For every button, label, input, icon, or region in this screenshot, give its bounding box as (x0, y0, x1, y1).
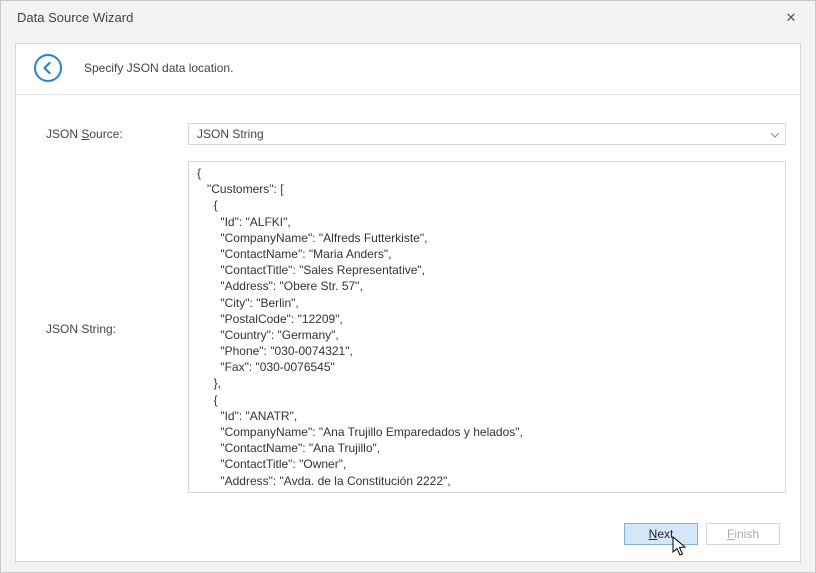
arrow-left-icon (41, 61, 55, 75)
close-icon: ✕ (786, 10, 797, 26)
chevron-down-icon (771, 127, 779, 141)
json-source-label: JSON Source: (46, 123, 188, 141)
back-button[interactable] (34, 54, 62, 82)
json-string-field-wrap (188, 161, 786, 493)
close-button[interactable]: ✕ (779, 6, 803, 30)
finish-button: Finish (706, 523, 780, 545)
content-panel: Specify JSON data location. JSON Source:… (15, 43, 801, 562)
json-string-label: JSON String: (46, 161, 188, 493)
wizard-window: Data Source Wizard ✕ Specify JSON data l… (0, 0, 816, 573)
next-button[interactable]: Next (624, 523, 698, 545)
json-source-row: JSON Source: JSON String (46, 123, 786, 145)
wizard-header: Specify JSON data location. (16, 44, 800, 95)
titlebar: Data Source Wizard ✕ (1, 1, 815, 35)
wizard-footer: Next Finish (46, 509, 786, 549)
wizard-subtitle: Specify JSON data location. (84, 61, 233, 75)
window-title: Data Source Wizard (17, 10, 779, 25)
dropdown-selected-text: JSON String (197, 127, 771, 141)
json-string-row: JSON String: (46, 161, 786, 493)
json-source-dropdown[interactable]: JSON String (188, 123, 786, 145)
json-string-input[interactable] (189, 162, 785, 492)
form-area: JSON Source: JSON String JSON String: Ne… (16, 95, 800, 561)
